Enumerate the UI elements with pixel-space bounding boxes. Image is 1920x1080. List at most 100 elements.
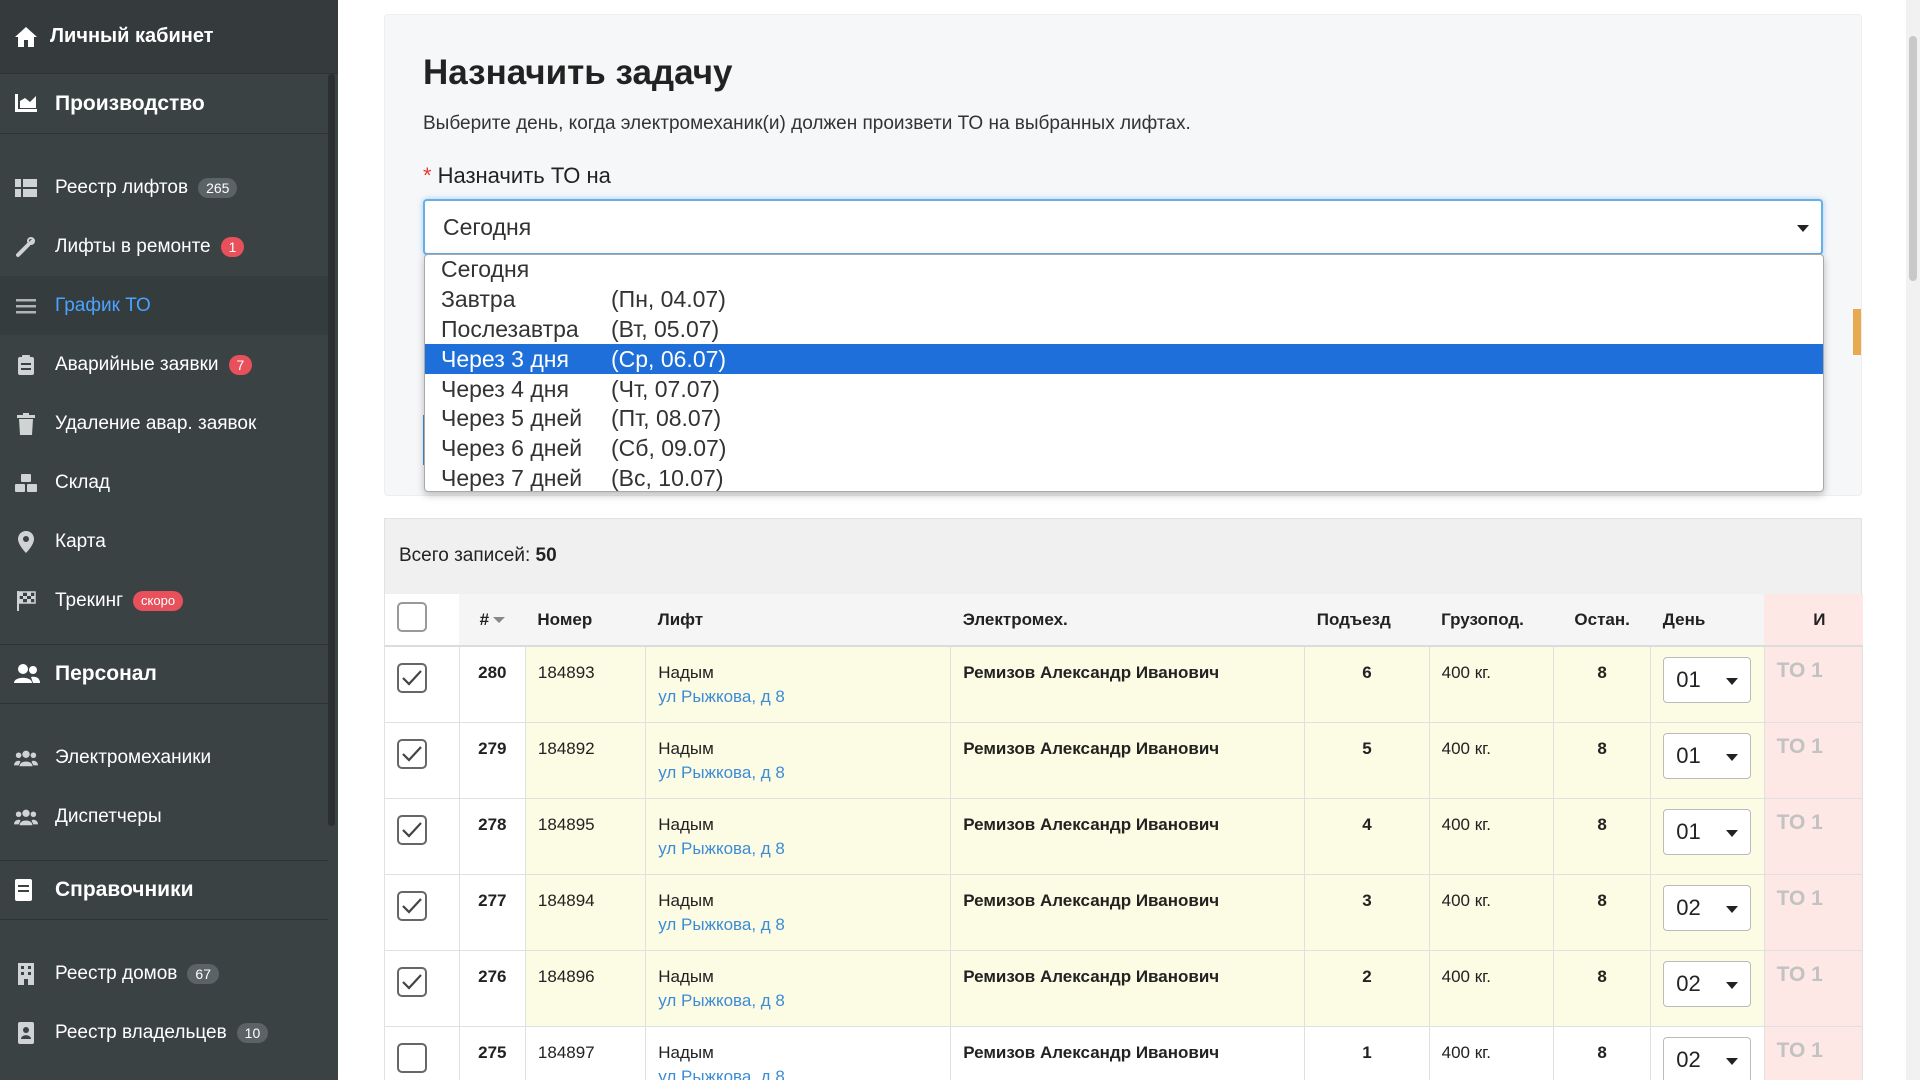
row-checkbox[interactable]	[397, 966, 427, 997]
row-entrance: 5	[1304, 722, 1430, 799]
row-select-cell	[385, 1026, 460, 1080]
table-row[interactable]: 280 184893 Надым ул Рыжкова, д 8 Ремизов Але…	[385, 646, 1864, 723]
row-day-select[interactable]: 02	[1663, 884, 1752, 931]
sidebar-item-label: Лифты в ремонте	[55, 235, 211, 257]
table-row[interactable]: 275 184897 Надым ул Рыжкова, д 8 Ремизов Але…	[385, 1026, 1864, 1080]
row-checkbox[interactable]	[397, 1042, 427, 1073]
sidebar-item-emergency[interactable]: Аварийные заявки 7	[0, 335, 328, 394]
option-label: Через 7 дней	[441, 464, 583, 491]
chevron-down-icon	[1726, 678, 1739, 685]
sidebar-item-label: Диспетчеры	[55, 805, 162, 827]
row-address-link[interactable]: ул Рыжкова, д 8	[658, 991, 950, 1011]
row-checkbox[interactable]	[397, 814, 427, 845]
row-checkbox[interactable]	[397, 890, 427, 921]
column-header-stops[interactable]: Остан.	[1553, 594, 1651, 647]
table-row[interactable]: 278 184895 Надым ул Рыжкова, д 8 Ремизов Але…	[385, 798, 1864, 875]
column-header-mechanic[interactable]: Электромех.	[950, 594, 1305, 647]
column-header-entrance[interactable]: Подъезд	[1304, 594, 1430, 647]
row-address-link[interactable]: ул Рыжкова, д 8	[658, 915, 950, 935]
sidebar-section-production[interactable]: Производство	[0, 74, 328, 134]
row-lift: Надым ул Рыжкова, д 8	[645, 950, 952, 1027]
row-stops: 8	[1553, 798, 1652, 875]
dropdown-option-3-days[interactable]: Через 3 дня (Ср, 06.07)	[425, 344, 1823, 375]
sidebar-item-cabinet[interactable]: Личный кабинет	[0, 0, 338, 74]
row-lift: Надым ул Рыжкова, д 8	[645, 874, 952, 951]
header-select-all[interactable]	[385, 594, 460, 647]
dropdown-option-5-days[interactable]: Через 5 дней (Пт, 08.07)	[425, 404, 1823, 434]
sidebar-item-lift-registry[interactable]: Реестр лифтов 265	[0, 158, 328, 217]
sidebar-item-label: Реестр домов	[55, 962, 178, 984]
row-to: ТО 1	[1764, 722, 1864, 799]
dropdown-option-6-days[interactable]: Через 6 дней (Сб, 09.07)	[425, 434, 1823, 464]
dropdown-option-day-after[interactable]: Послезавтра (Вт, 05.07)	[425, 315, 1823, 345]
sidebar-item-lifts-repair[interactable]: Лифты в ремонте 1	[0, 217, 328, 276]
row-day-select[interactable]: 02	[1663, 960, 1752, 1007]
dropdown-option-tomorrow[interactable]: Завтра (Пн, 04.07)	[425, 285, 1823, 315]
column-header-lift[interactable]: Лифт	[645, 594, 951, 647]
row-day-select[interactable]: 01	[1663, 657, 1752, 703]
row-stops: 8	[1553, 950, 1652, 1027]
option-label: Послезавтра	[441, 315, 579, 342]
sidebar-item-owners[interactable]: Реестр владельцев 10	[0, 1003, 328, 1062]
row-num: 280	[459, 646, 526, 723]
option-date: (Пн, 04.07)	[611, 286, 726, 313]
row-address-link[interactable]: ул Рыжкова, д 8	[658, 687, 950, 707]
trash-icon	[14, 412, 38, 435]
row-stops: 8	[1553, 646, 1652, 723]
total-label: Всего записей:	[399, 545, 531, 566]
table-row[interactable]: 279 184892 Надым ул Рыжкова, д 8 Ремизов Але…	[385, 722, 1864, 799]
row-address-link[interactable]: ул Рыжкова, д 8	[658, 1067, 950, 1080]
contact-icon	[14, 1021, 38, 1044]
row-address-link[interactable]: ул Рыжкова, д 8	[658, 839, 950, 859]
group-icon	[14, 806, 38, 828]
sidebar-section-references[interactable]: Справочники	[0, 860, 328, 920]
sidebar: Личный кабинет Производство Реестр лифто…	[0, 0, 338, 1080]
select-all-checkbox[interactable]	[397, 602, 427, 632]
sidebar-item-to-schedule[interactable]: График ТО	[0, 276, 328, 335]
row-number: 184893	[525, 646, 647, 723]
column-header-last[interactable]: И	[1764, 594, 1863, 647]
option-label: Сегодня	[441, 256, 530, 283]
row-to: ТО 1	[1764, 798, 1864, 875]
sidebar-item-tracking[interactable]: Трекинг скоро	[0, 571, 328, 630]
dropdown-option-7-days[interactable]: Через 7 дней (Вс, 10.07)	[425, 464, 1823, 494]
sidebar-item-map[interactable]: Карта	[0, 512, 328, 571]
row-address-link[interactable]: ул Рыжкова, д 8	[658, 763, 950, 783]
sidebar-references-label: Справочники	[55, 878, 194, 901]
row-entrance: 6	[1304, 646, 1430, 723]
day-value: 02	[1676, 1046, 1701, 1072]
sidebar-item-mechanics[interactable]: Электромеханики	[0, 728, 328, 787]
sidebar-section-personnel[interactable]: Персонал	[0, 644, 328, 704]
grid-icon	[14, 177, 38, 199]
table-row[interactable]: 276 184896 Надым ул Рыжкова, д 8 Ремизов Але…	[385, 950, 1864, 1027]
row-mechanic: Ремизов Александр Иванович	[950, 798, 1306, 875]
scrollbar-thumb[interactable]	[1909, 36, 1917, 281]
column-header-capacity[interactable]: Грузопод.	[1429, 594, 1554, 647]
sidebar-item-dispatchers[interactable]: Диспетчеры	[0, 787, 328, 846]
sidebar-item-label: Трекинг	[55, 589, 124, 611]
row-checkbox[interactable]	[397, 663, 427, 693]
chevron-down-icon	[1726, 905, 1739, 913]
sidebar-production-label: Производство	[55, 91, 205, 115]
sidebar-scrollbar[interactable]	[328, 74, 335, 826]
column-header-num[interactable]: #	[459, 594, 526, 647]
sidebar-item-warehouse[interactable]: Склад	[0, 453, 328, 512]
page-scrollbar[interactable]	[1906, 0, 1920, 1080]
group-icon	[14, 747, 38, 769]
column-header-day[interactable]: День	[1650, 594, 1765, 647]
row-capacity: 400 кг.	[1429, 646, 1555, 723]
sidebar-item-houses[interactable]: Реестр домов 67	[0, 944, 328, 1003]
row-day-select[interactable]: 02	[1663, 1036, 1752, 1080]
dropdown-option-4-days[interactable]: Через 4 дня (Чт, 07.07)	[425, 374, 1823, 404]
row-day-select[interactable]: 01	[1663, 732, 1752, 779]
sidebar-item-delete-emergency[interactable]: Удаление авар. заявок	[0, 394, 328, 453]
row-checkbox[interactable]	[397, 738, 427, 769]
home-icon	[14, 26, 40, 48]
column-header-number[interactable]: Номер	[525, 594, 646, 647]
select-value: Сегодня	[443, 213, 532, 240]
row-day-select[interactable]: 01	[1663, 808, 1752, 855]
dropdown-option-today[interactable]: Сегодня	[425, 255, 1823, 285]
table-row[interactable]: 277 184894 Надым ул Рыжкова, д 8 Ремизов Але…	[385, 874, 1864, 951]
assign-date-select[interactable]: Сегодня	[423, 199, 1823, 255]
row-mechanic: Ремизов Александр Иванович	[950, 722, 1306, 799]
